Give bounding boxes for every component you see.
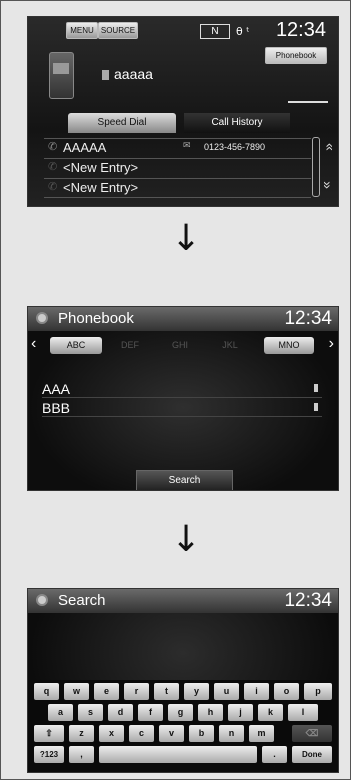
speed-dial-row[interactable]: ✆ <New Entry> bbox=[44, 158, 311, 177]
menu-button[interactable]: MENU bbox=[66, 22, 98, 39]
mobile-icon: ✉ bbox=[183, 140, 191, 150]
tab-speed-dial[interactable]: Speed Dial bbox=[68, 113, 176, 133]
speed-dial-row[interactable]: ✆ AAAAA ✉ 0123-456-7890 bbox=[44, 138, 311, 157]
period-key[interactable]: . bbox=[262, 746, 287, 763]
key-f[interactable]: f bbox=[138, 704, 163, 721]
key-q[interactable]: q bbox=[34, 683, 59, 700]
key-k[interactable]: k bbox=[258, 704, 283, 721]
phonebook-button[interactable]: Phonebook bbox=[265, 47, 327, 64]
key-m[interactable]: m bbox=[249, 725, 274, 742]
key-b[interactable]: b bbox=[189, 725, 214, 742]
key-c[interactable]: c bbox=[129, 725, 154, 742]
device-name: aaaaa bbox=[114, 66, 153, 82]
key-n[interactable]: n bbox=[219, 725, 244, 742]
next-tab-icon[interactable]: › bbox=[329, 335, 334, 353]
scroll-up-icon[interactable]: » bbox=[320, 143, 336, 151]
status-icons: θ ᵗ bbox=[236, 25, 250, 38]
scrollbar[interactable] bbox=[312, 137, 320, 197]
key-l[interactable]: l bbox=[288, 704, 318, 721]
scroll-down-icon[interactable]: » bbox=[320, 181, 336, 189]
key-w[interactable]: w bbox=[64, 683, 89, 700]
key-r[interactable]: r bbox=[124, 683, 149, 700]
clock: 12:34 bbox=[284, 308, 332, 329]
search-screen: Search 12:34 q w e r t y u i o p a s d f… bbox=[27, 588, 339, 773]
screen-title: Phonebook bbox=[58, 310, 134, 327]
key-j[interactable]: j bbox=[228, 704, 253, 721]
source-button[interactable]: SOURCE bbox=[98, 22, 138, 39]
keyboard: q w e r t y u i o p a s d f g h j k l ⇧ … bbox=[28, 680, 338, 772]
shift-key[interactable]: ⇧ bbox=[34, 725, 64, 742]
key-d[interactable]: d bbox=[108, 704, 133, 721]
symbols-key[interactable]: ?123 bbox=[34, 746, 64, 763]
contact-name: AAA bbox=[42, 381, 71, 397]
search-button[interactable]: Search bbox=[136, 470, 233, 490]
contact-name: <New Entry> bbox=[63, 180, 139, 195]
space-key[interactable] bbox=[99, 746, 257, 763]
key-a[interactable]: a bbox=[48, 704, 73, 721]
tab-ghi[interactable]: GHI bbox=[158, 337, 202, 354]
settings-icon[interactable] bbox=[36, 312, 48, 324]
key-h[interactable]: h bbox=[198, 704, 223, 721]
handset-icon: ✆ bbox=[48, 161, 58, 173]
contact-number: 0123-456-7890 bbox=[204, 142, 266, 152]
phonebook-screen: Phonebook 12:34 ‹ ABC DEF GHI JKL MNO › … bbox=[27, 306, 339, 491]
key-s[interactable]: s bbox=[78, 704, 103, 721]
key-p[interactable]: p bbox=[304, 683, 332, 700]
screen-title: Search bbox=[58, 592, 106, 609]
instruction-frame: MENU SOURCE N θ ᵗ 12:34 Phonebook aaaaa … bbox=[0, 0, 351, 780]
tab-jkl[interactable]: JKL bbox=[208, 337, 252, 354]
tab-mno[interactable]: MNO bbox=[264, 337, 314, 354]
mobile-icon bbox=[314, 403, 318, 411]
contact-name: <New Entry> bbox=[63, 160, 139, 175]
tab-def[interactable]: DEF bbox=[108, 337, 152, 354]
key-y[interactable]: y bbox=[184, 683, 209, 700]
title-bar: Phonebook 12:34 bbox=[28, 307, 338, 331]
key-z[interactable]: z bbox=[69, 725, 94, 742]
clock: 12:34 bbox=[284, 590, 332, 611]
down-arrow-icon: ↓ bbox=[171, 519, 202, 560]
mobile-icon bbox=[314, 384, 318, 392]
contact-name: BBB bbox=[42, 400, 71, 416]
key-u[interactable]: u bbox=[214, 683, 239, 700]
contact-row[interactable]: AAA bbox=[42, 381, 322, 398]
settings-icon[interactable] bbox=[36, 594, 48, 606]
handset-icon: ✆ bbox=[48, 141, 58, 153]
clock: 12:34 bbox=[275, 19, 326, 41]
comma-key[interactable]: , bbox=[69, 746, 94, 763]
speed-dial-row[interactable]: ✆ <New Entry> bbox=[44, 178, 311, 198]
key-i[interactable]: i bbox=[244, 683, 269, 700]
backspace-key[interactable]: ⌫ bbox=[292, 725, 332, 742]
key-g[interactable]: g bbox=[168, 704, 193, 721]
gear-indicator: N bbox=[200, 24, 230, 39]
contact-name: AAAAA bbox=[63, 140, 107, 155]
key-o[interactable]: o bbox=[274, 683, 299, 700]
tab-call-history[interactable]: Call History bbox=[184, 113, 290, 133]
tab-abc[interactable]: ABC bbox=[50, 337, 102, 354]
phone-icon bbox=[49, 52, 74, 99]
prev-tab-icon[interactable]: ‹ bbox=[31, 335, 36, 353]
contact-row[interactable]: BBB bbox=[42, 400, 322, 417]
device-icon bbox=[102, 70, 109, 80]
key-v[interactable]: v bbox=[159, 725, 184, 742]
title-bar: Search 12:34 bbox=[28, 589, 338, 613]
collapse-icon[interactable] bbox=[288, 101, 328, 111]
down-arrow-icon: ↓ bbox=[171, 218, 202, 259]
key-t[interactable]: t bbox=[154, 683, 179, 700]
key-x[interactable]: x bbox=[99, 725, 124, 742]
phone-screen: MENU SOURCE N θ ᵗ 12:34 Phonebook aaaaa … bbox=[27, 16, 339, 207]
key-e[interactable]: e bbox=[94, 683, 119, 700]
handset-icon: ✆ bbox=[48, 181, 58, 193]
done-key[interactable]: Done bbox=[292, 746, 332, 763]
